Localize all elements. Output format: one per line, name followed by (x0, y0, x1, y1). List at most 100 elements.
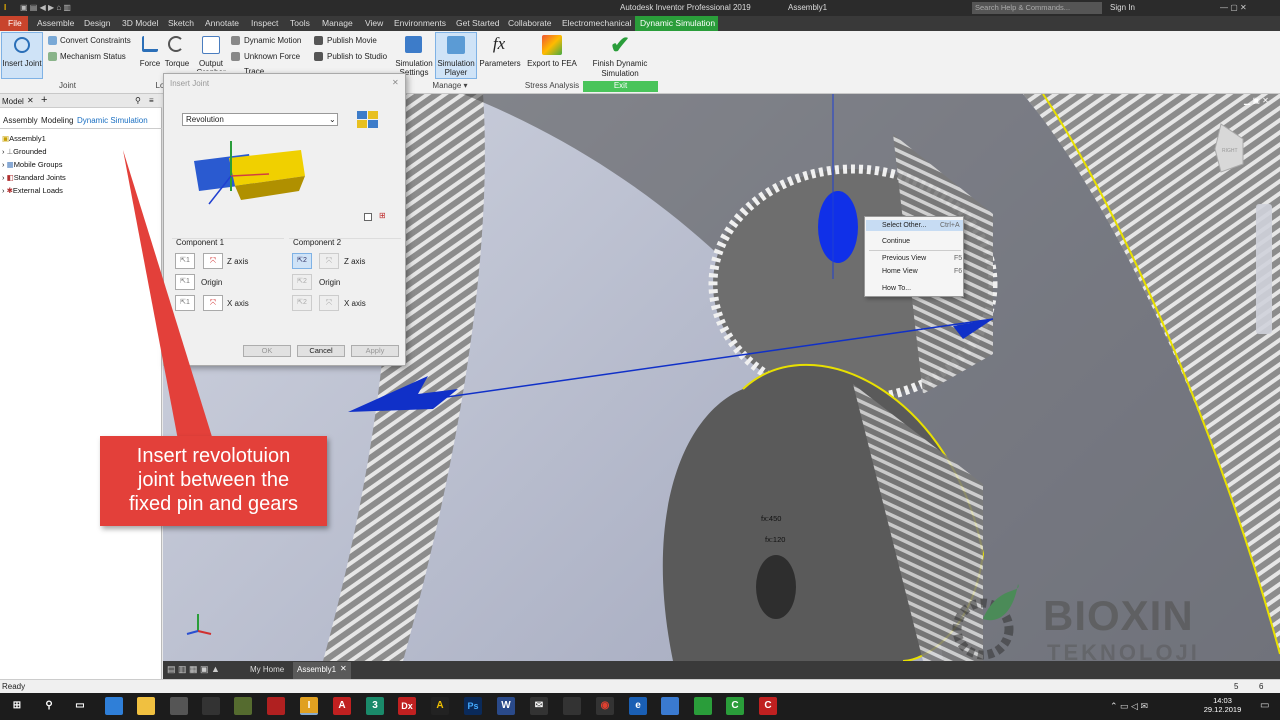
window-controls[interactable]: — ▢ ✕ (1220, 3, 1247, 12)
unknown-force-button[interactable]: Unknown Force (244, 52, 300, 61)
convert-constraints-button[interactable]: Convert Constraints (60, 36, 131, 45)
app-icon-11[interactable]: A (431, 697, 449, 715)
flip-checkbox[interactable] (364, 213, 372, 221)
subtab-dynamic-simulation[interactable]: Dynamic Simulation (77, 116, 148, 125)
file-explorer-icon[interactable] (137, 697, 155, 715)
menu-item-select-other[interactable]: Select Other... (882, 222, 926, 229)
tab-view[interactable]: View (365, 18, 383, 28)
tab-environments[interactable]: Environments (394, 18, 446, 28)
windows-start-icon[interactable]: ⊞ (8, 697, 26, 715)
subtab-assembly[interactable]: Assembly (3, 116, 38, 125)
tab-model[interactable]: Model (2, 97, 24, 106)
tree-item-assembly1[interactable]: ▣Assembly1 (2, 134, 46, 143)
selected-pin-face[interactable] (818, 191, 858, 263)
app-icon-18[interactable] (661, 697, 679, 715)
torque-button[interactable]: Torque (163, 59, 191, 68)
mail-icon[interactable]: ✉ (530, 697, 548, 715)
tree-item-mobile-groups[interactable]: › ▦Mobile Groups (2, 160, 62, 169)
acrobat-icon[interactable]: A (333, 697, 351, 715)
edge-icon[interactable]: e (629, 697, 647, 715)
joint-type-select[interactable]: Revolution ⌄ (182, 113, 338, 126)
photoshop-icon[interactable]: Ps (464, 697, 482, 715)
app-icon-1[interactable] (105, 697, 123, 715)
tree-item-standard-joints[interactable]: › ◧Standard Joints (2, 173, 66, 182)
app-icon-5[interactable] (234, 697, 252, 715)
tab-my-home[interactable]: My Home (250, 665, 284, 674)
app-icon-4[interactable] (202, 697, 220, 715)
expand-icon[interactable]: › (2, 173, 5, 182)
ok-button[interactable]: OK (243, 345, 291, 357)
expand-icon[interactable]: › (2, 186, 5, 195)
joint-table-icon[interactable] (357, 111, 379, 129)
menu-item-how-to[interactable]: How To... (882, 285, 911, 292)
subtab-modeling[interactable]: Modeling (41, 116, 73, 125)
search-icon[interactable]: ⚲ (135, 96, 141, 105)
tab-design[interactable]: Design (84, 18, 110, 28)
menu-item-previous-view[interactable]: Previous View (882, 255, 926, 262)
notification-icon[interactable]: ▭ (1260, 700, 1269, 711)
app-icon-10[interactable]: Dx (398, 697, 416, 715)
cancel-button[interactable]: Cancel (297, 345, 345, 357)
app-icon-15[interactable] (563, 697, 581, 715)
quick-access-icons[interactable]: ▣ ▤ ◀ ▶ ⌂ ▥ (20, 3, 71, 12)
app-icon-21[interactable]: C (759, 697, 777, 715)
tab-sketch[interactable]: Sketch (168, 18, 194, 28)
tab-file[interactable]: File (8, 18, 22, 28)
navigation-bar[interactable] (1256, 204, 1272, 334)
comp2-x-select-button[interactable]: ⇱2 (292, 295, 312, 311)
parameters-button[interactable]: Parameters (479, 59, 521, 68)
tab-assemble[interactable]: Assemble (37, 18, 74, 28)
tree-item-grounded[interactable]: › ⊥Grounded (2, 147, 47, 156)
expand-icon[interactable]: › (2, 160, 5, 169)
app-icon-6[interactable] (267, 697, 285, 715)
output-grapher-button[interactable]: Output Grapher (194, 59, 228, 71)
export-fea-button[interactable]: Export to FEA (524, 59, 580, 68)
task-view-icon[interactable]: ▭ (71, 697, 89, 715)
tab-annotate[interactable]: Annotate (205, 18, 239, 28)
dynamic-motion-button[interactable]: Dynamic Motion (244, 36, 301, 45)
app-icon-19[interactable] (694, 697, 712, 715)
app-icon-13[interactable]: W (497, 697, 515, 715)
tab-electromechanical[interactable]: Electromechanical (562, 18, 631, 28)
tab-get-started[interactable]: Get Started (456, 18, 499, 28)
close-icon[interactable]: ✕ (27, 96, 34, 105)
flip-icon[interactable]: ⊞ (379, 211, 386, 220)
comp2-origin-select-button[interactable]: ⇱2 (292, 274, 312, 290)
apply-button[interactable]: Apply (351, 345, 399, 357)
chrome-icon[interactable]: ◉ (596, 697, 614, 715)
tab-tools[interactable]: Tools (290, 18, 310, 28)
app-icon-9[interactable]: 3 (366, 697, 384, 715)
store-icon[interactable] (170, 697, 188, 715)
publish-movie-button[interactable]: Publish Movie (327, 36, 377, 45)
mechanism-status-button[interactable]: Mechanism Status (60, 52, 126, 61)
tab-collaborate[interactable]: Collaborate (508, 18, 551, 28)
menu-item-continue[interactable]: Continue (882, 238, 910, 245)
search-icon[interactable]: ⚲ (40, 697, 58, 715)
comp2-z-flip-button[interactable]: ⤧ (319, 253, 339, 269)
app-logo-icon[interactable]: I (4, 3, 6, 12)
dialog-close-icon[interactable]: ✕ (392, 78, 399, 87)
menu-item-home-view[interactable]: Home View (882, 268, 918, 275)
help-search-input[interactable]: Search Help & Commands... (972, 2, 1102, 14)
publish-studio-button[interactable]: Publish to Studio (327, 52, 387, 61)
expand-icon[interactable]: › (2, 147, 5, 156)
viewport-window-controls[interactable]: ▁ ▣ ✕ (1244, 96, 1269, 105)
comp2-x-flip-button[interactable]: ⤧ (319, 295, 339, 311)
tree-item-external-loads[interactable]: › ✱External Loads (2, 186, 63, 195)
tray-icons[interactable]: ⌃ ▭ ◁ ✉ (1110, 701, 1148, 712)
tab-3d-model[interactable]: 3D Model (122, 18, 158, 28)
sign-in-link[interactable]: Sign In (1110, 3, 1135, 12)
tab-manage[interactable]: Manage (322, 18, 353, 28)
force-button[interactable]: Force (138, 59, 162, 68)
inventor-icon[interactable]: I (300, 697, 318, 715)
clock[interactable]: 14:03 29.12.2019 (1200, 696, 1245, 714)
tab-close-icon[interactable]: ✕ (340, 664, 347, 673)
tile-view-icons[interactable]: ▤ ▥ ▦ ▣ ▲ (167, 664, 220, 675)
tab-inspect[interactable]: Inspect (251, 18, 278, 28)
finish-dynamic-simulation-button[interactable]: Finish Dynamic Simulation (583, 59, 657, 79)
app-icon-20[interactable]: C (726, 697, 744, 715)
tab-dynamic-simulation[interactable]: Dynamic Simulation (640, 18, 715, 28)
viewcube-label[interactable]: RIGHT (1222, 148, 1238, 154)
add-tab-icon[interactable]: + (41, 94, 47, 106)
comp2-z-select-button[interactable]: ⇱2 (292, 253, 312, 269)
